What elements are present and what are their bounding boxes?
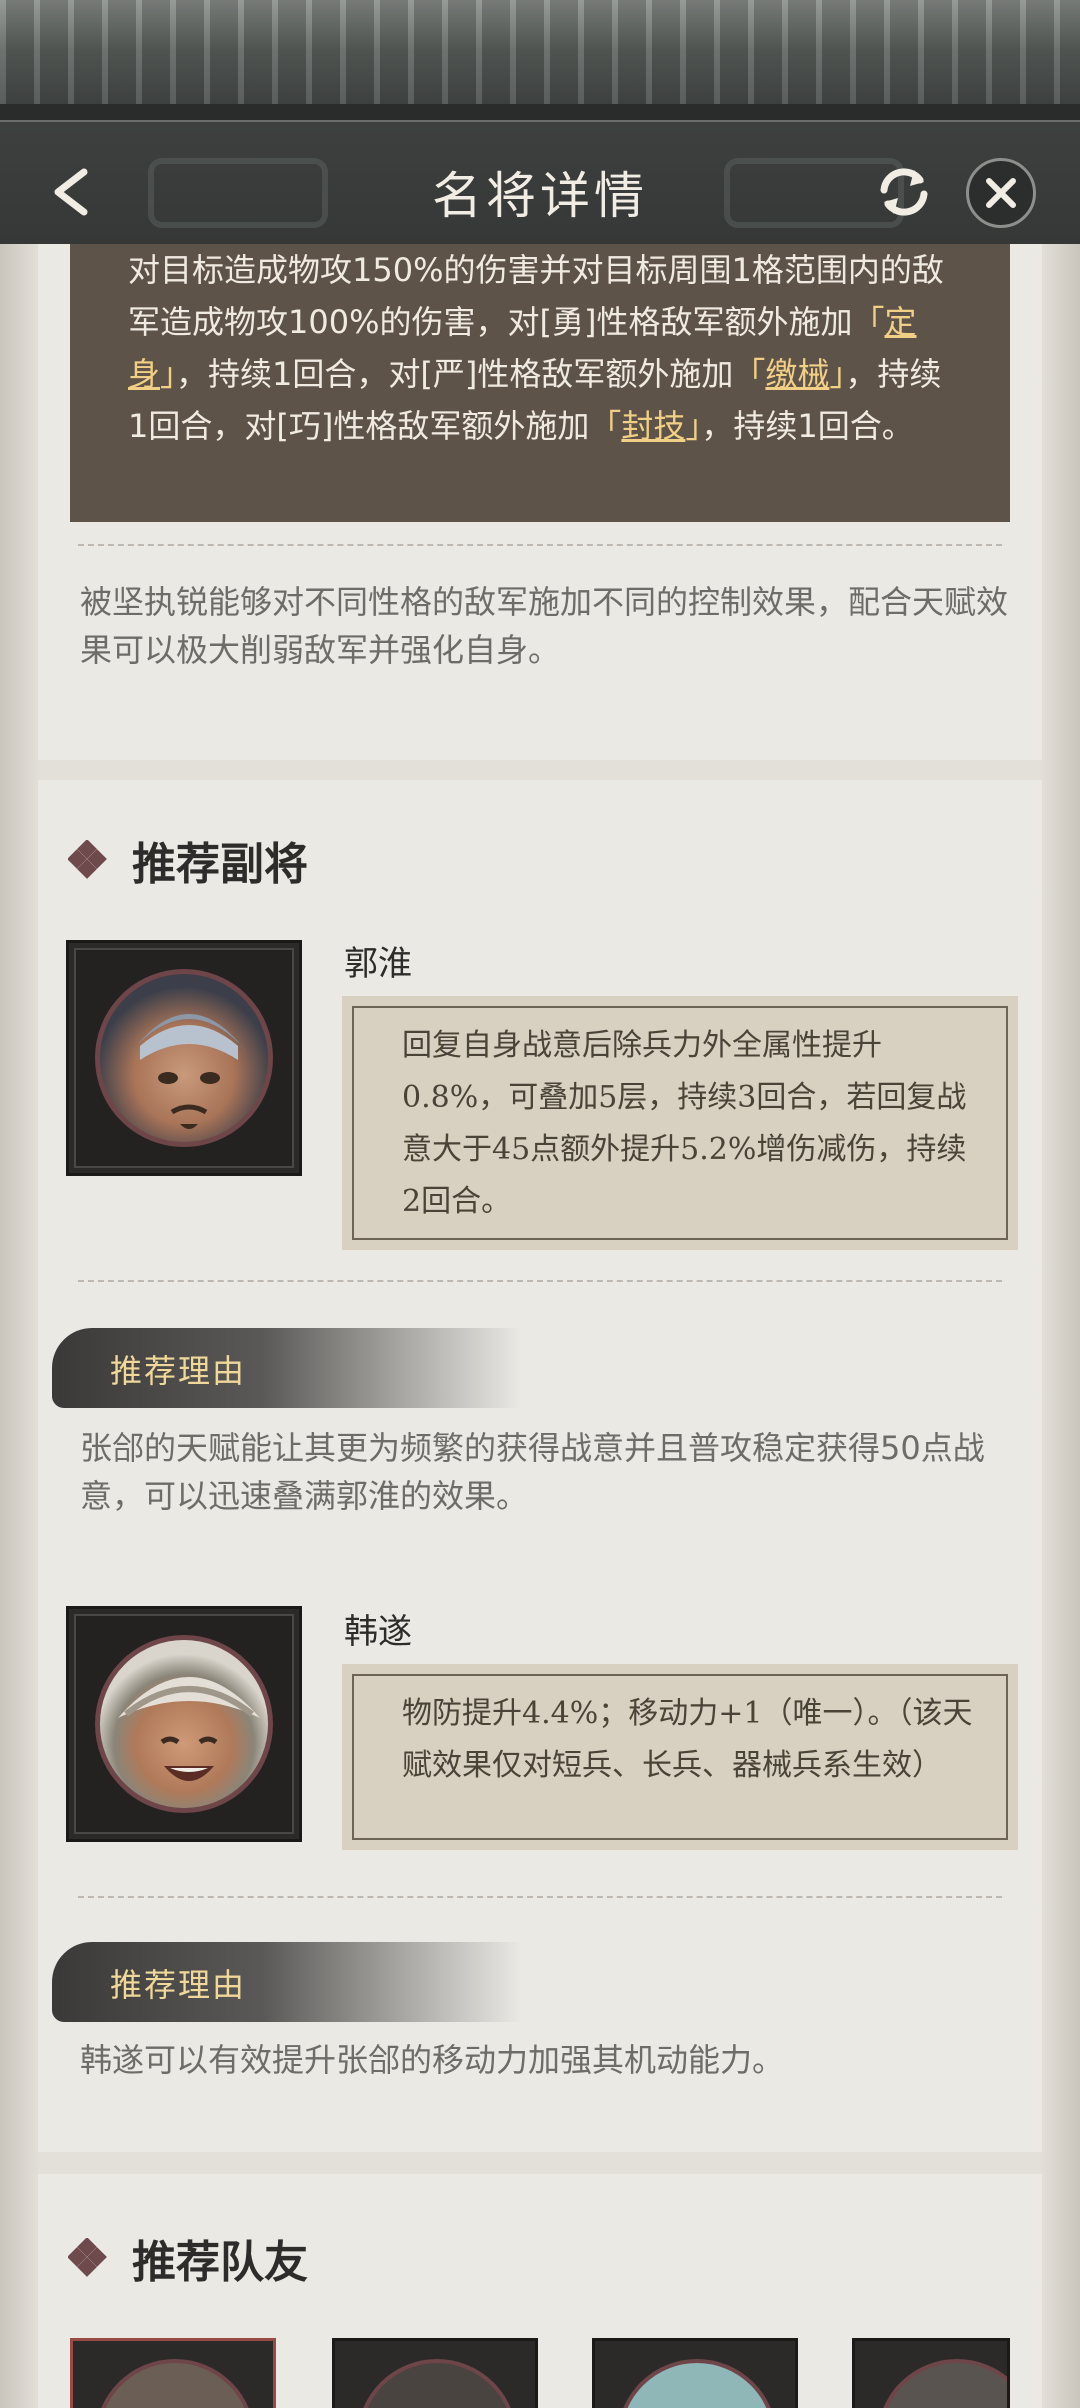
skill-text-1: 对目标造成物攻150%的伤害并对目标周围1格范围内的敌军造成物攻100%的伤害，… <box>128 251 944 341</box>
recommended-team-card: 推荐队友 <box>38 2174 1042 2408</box>
skill-card: 对目标造成物攻150%的伤害并对目标周围1格范围内的敌军造成物攻100%的伤害，… <box>38 230 1042 760</box>
status-feng-ji[interactable]: 「封技」 <box>589 407 701 445</box>
status-jiao-xie[interactable]: 「缴械」 <box>733 355 845 393</box>
skill-effect-box: 对目标造成物攻150%的伤害并对目标周围1格范围内的敌军造成物攻100%的伤害，… <box>70 230 1010 522</box>
section-header-team: 推荐队友 <box>68 2226 308 2290</box>
reason-label: 推荐理由 <box>110 1352 247 1390</box>
hero-portrait-hansui[interactable] <box>66 1606 302 1842</box>
roof-decoration <box>0 0 1080 112</box>
divider <box>78 1280 1002 1282</box>
avatar <box>95 1635 273 1813</box>
roof-edge <box>0 104 1080 122</box>
divider <box>78 544 1002 546</box>
talent-box-hansui: 物防提升4.4%；移动力+1（唯一）。（该天赋效果仅对短兵、长兵、器械兵系生效） <box>342 1664 1018 1850</box>
skill-text-2: ，持续1回合，对[严]性格敌军额外施加 <box>176 355 734 393</box>
talent-text-hansui: 物防提升4.4%；移动力+1（唯一）。（该天赋效果仅对短兵、长兵、器械兵系生效） <box>352 1674 1008 1840</box>
hero-name-guohuai: 郭淮 <box>344 944 412 984</box>
close-button[interactable] <box>966 158 1036 228</box>
reason-tag-guohuai: 推荐理由 <box>52 1328 522 1408</box>
helmet-warrior-portrait-icon <box>130 1014 248 1129</box>
diamond-ornament-icon <box>68 2238 107 2277</box>
header: 名将详情 <box>0 0 1080 244</box>
talent-text-guohuai: 回复自身战意后除兵力外全属性提升0.8%，可叠加5层，持续3回合，若回复战意大于… <box>352 1006 1008 1240</box>
avatar <box>877 2359 1007 2408</box>
teammate-portrait-4[interactable] <box>852 2338 1010 2408</box>
reason-text-hansui: 韩遂可以有效提升张郃的移动力加强其机动能力。 <box>80 2041 785 2079</box>
avatar <box>617 2359 777 2408</box>
fur-hat-warrior-portrait-icon <box>118 1677 260 1781</box>
close-icon <box>986 178 1016 208</box>
talent-box-guohuai: 回复自身战意后除兵力外全属性提升0.8%，可叠加5层，持续3回合，若回复战意大于… <box>342 996 1018 1250</box>
refresh-icon <box>880 168 928 216</box>
section-header-deputy: 推荐副将 <box>68 828 308 892</box>
reason-text-guohuai: 张郃的天赋能让其更为频繁的获得战意并且普攻稳定获得50点战意，可以迅速叠满郭淮的… <box>80 1429 985 1515</box>
skill-text-4: ，持续1回合。 <box>701 407 914 445</box>
avatar <box>357 2359 517 2408</box>
reason-label: 推荐理由 <box>110 1966 247 2004</box>
reason-tag-hansui: 推荐理由 <box>52 1942 522 2022</box>
section-title-team: 推荐队友 <box>132 2237 308 2288</box>
teammate-portrait-3[interactable] <box>592 2338 798 2408</box>
teammate-portrait-1[interactable] <box>70 2338 276 2408</box>
refresh-button[interactable] <box>872 160 936 224</box>
divider <box>78 1896 1002 1898</box>
hero-portrait-guohuai[interactable] <box>66 940 302 1176</box>
diamond-ornament-icon <box>68 840 107 879</box>
recommended-deputy-card: 推荐副将 郭淮 回复自身战意后除兵力外全属性提升0.8%，可叠加5层，持续3回合… <box>38 780 1042 2152</box>
avatar <box>95 2359 255 2408</box>
avatar <box>95 969 273 1147</box>
section-title-deputy: 推荐副将 <box>132 839 308 890</box>
hero-name-hansui: 韩遂 <box>344 1612 412 1652</box>
teammate-portrait-2[interactable] <box>332 2338 538 2408</box>
skill-description: 被坚执锐能够对不同性格的敌军施加不同的控制效果，配合天赋效果可以极大削弱敌军并强… <box>80 583 1009 669</box>
